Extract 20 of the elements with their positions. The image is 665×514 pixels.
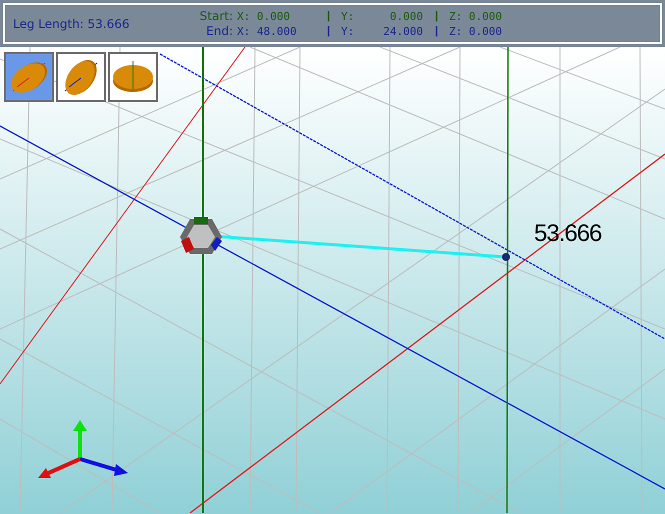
leg-length-label: Leg Length: 53.666 bbox=[13, 16, 131, 32]
z-coordinate: Z: 0.000 bbox=[449, 24, 502, 38]
separator: | bbox=[435, 24, 440, 38]
separator: | bbox=[435, 8, 440, 24]
x-coordinate: X: 0.000 bbox=[237, 8, 291, 24]
y-coordinate: 0.000 bbox=[388, 8, 423, 24]
row-label: End: bbox=[205, 24, 233, 38]
x-coordinate: X: 48.000 bbox=[237, 24, 298, 38]
endpoint-marker[interactable] bbox=[502, 253, 510, 261]
y-coordinate: 24.000 bbox=[382, 24, 423, 38]
y-label: Y: bbox=[341, 24, 356, 38]
z-coordinate: Z: 0.000 bbox=[449, 8, 502, 24]
y-label: Y: bbox=[341, 8, 356, 24]
row-label: Start: bbox=[198, 8, 233, 24]
disc-icon bbox=[111, 59, 155, 95]
view-button[interactable] bbox=[56, 52, 106, 102]
view-button[interactable] bbox=[108, 52, 158, 102]
handle-drawing[interactable] bbox=[180, 217, 222, 254]
separator: | bbox=[327, 8, 332, 24]
separator: | bbox=[327, 24, 332, 38]
